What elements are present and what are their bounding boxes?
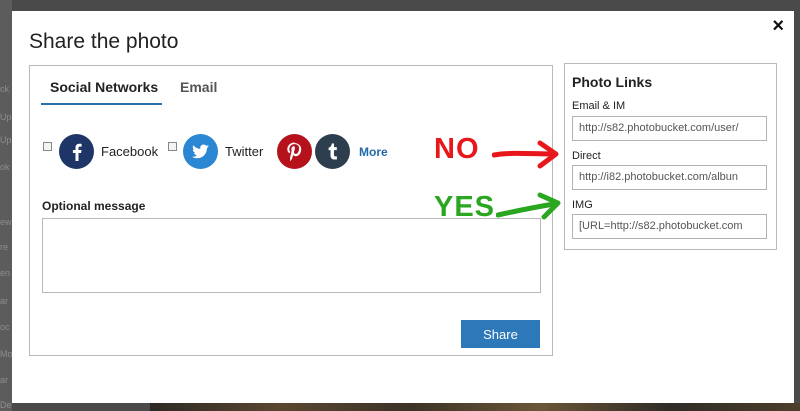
twitter-checkbox[interactable] — [168, 142, 177, 151]
direct-link-field[interactable]: http://i82.photobucket.com/albun — [572, 165, 767, 190]
background-text: Mo — [0, 349, 13, 359]
twitter-label[interactable]: Twitter — [225, 144, 263, 159]
img-label: IMG — [572, 199, 593, 211]
facebook-checkbox[interactable] — [43, 142, 52, 151]
background-text: ok — [0, 162, 10, 172]
active-tab-indicator — [41, 103, 162, 105]
close-icon[interactable]: × — [772, 16, 784, 36]
share-photo-dialog: × Share the photo Social Networks Email … — [12, 11, 794, 403]
tumblr-icon[interactable] — [315, 134, 350, 169]
email-im-link-field[interactable]: http://s82.photobucket.com/user/ — [572, 116, 767, 141]
background-text: ar — [0, 375, 9, 385]
direct-label: Direct — [572, 150, 601, 162]
background-text: re — [0, 242, 9, 252]
annotation-no-text: NO — [434, 133, 480, 165]
background-text: Up — [0, 135, 12, 145]
background-text: Up — [0, 112, 12, 122]
background-text: ck — [0, 84, 9, 94]
facebook-label[interactable]: Facebook — [101, 144, 158, 159]
annotation-no-arrow — [492, 140, 559, 169]
background-text: ar — [0, 296, 9, 306]
facebook-icon[interactable] — [59, 134, 94, 169]
background-text: De — [0, 400, 12, 410]
photo-links-title: Photo Links — [572, 74, 653, 90]
background-text: ew — [0, 217, 12, 227]
annotation-yes-arrow — [496, 192, 561, 220]
optional-message-label: Optional message — [42, 199, 146, 213]
background-photo-strip — [150, 403, 800, 411]
background-text: en — [0, 268, 11, 278]
optional-message-textarea[interactable] — [42, 218, 541, 293]
tab-email[interactable]: Email — [180, 79, 217, 95]
background-sidebar: ck Up Up ok ew re en ar oc Mo ar De — [0, 0, 13, 411]
email-im-label: Email & IM — [572, 100, 626, 112]
background-text: oc — [0, 322, 10, 332]
img-link-field[interactable]: [URL=http://s82.photobucket.com — [572, 214, 767, 239]
annotation-yes-text: YES — [434, 191, 496, 223]
dialog-title: Share the photo — [29, 30, 179, 53]
pinterest-icon[interactable] — [277, 134, 312, 169]
photo-links-panel: Photo Links Email & IM http://s82.photob… — [564, 63, 777, 250]
share-button[interactable]: Share — [461, 320, 540, 348]
tab-social-networks[interactable]: Social Networks — [50, 79, 158, 95]
twitter-icon[interactable] — [183, 134, 218, 169]
more-networks-link[interactable]: More — [359, 145, 388, 159]
